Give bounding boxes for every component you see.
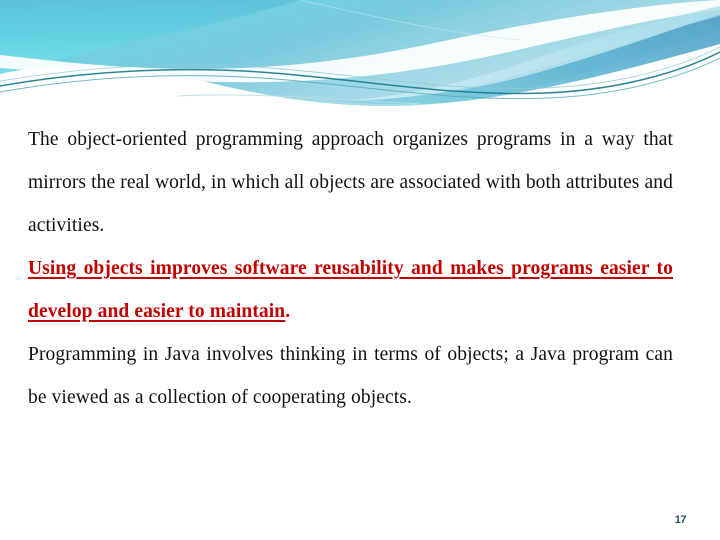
slide-body-text: The object-oriented programming approach…	[28, 118, 673, 419]
highlight-word: objects	[83, 258, 151, 279]
highlight-word: easier	[600, 258, 657, 279]
highlight-word: to	[188, 301, 210, 322]
presentation-slide: The object-oriented programming approach…	[0, 0, 720, 540]
paragraph-intro: The object-oriented programming approach…	[28, 129, 673, 236]
paragraph-java: Programming in Java involves thinking in…	[28, 344, 673, 408]
highlight-word: and	[97, 301, 135, 322]
highlight-word: to	[656, 258, 673, 279]
highlight-word: Using	[28, 258, 84, 279]
highlight-word: and	[411, 258, 451, 279]
highlight-word: maintain	[209, 301, 286, 322]
highlight-word: reusability	[314, 258, 412, 279]
highlight-word: develop	[28, 301, 98, 322]
highlight-word: improves	[150, 258, 235, 279]
decorative-wave-header-graphic	[0, 0, 720, 120]
highlight-word: programs	[511, 258, 601, 279]
page-number: 17	[674, 514, 687, 526]
highlight-word: software	[234, 258, 315, 279]
paragraph-highlighted: Using objects improves software reusabil…	[28, 247, 673, 333]
highlight-word: easier	[134, 301, 189, 322]
highlight-word: makes	[450, 258, 512, 279]
highlight-trailing-punctuation: .	[285, 301, 291, 322]
